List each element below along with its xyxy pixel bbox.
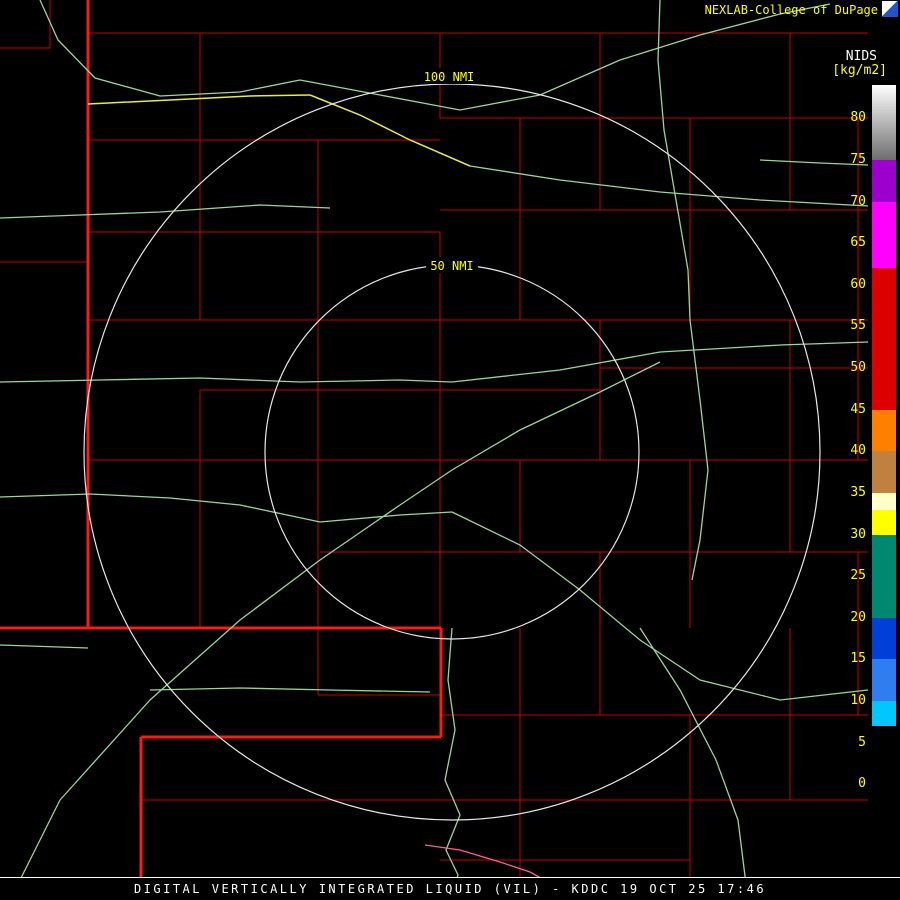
colorbar-tick: 80 bbox=[850, 110, 866, 126]
colorbar-tick: 20 bbox=[850, 609, 866, 625]
header-title: NEXLAB-College of DuPage bbox=[704, 3, 878, 17]
colorbar-tick: 10 bbox=[850, 693, 866, 709]
colorbar-segment bbox=[872, 159, 896, 202]
radar-display: 100 NMI 50 NMI NEXLAB-College of DuPage N… bbox=[0, 0, 900, 900]
colorbar bbox=[872, 85, 896, 801]
colorbar-segment bbox=[872, 659, 896, 702]
footer: DIGITAL VERTICALLY INTEGRATED LIQUID (VI… bbox=[0, 877, 900, 900]
colorbar-segment bbox=[872, 701, 896, 727]
colorbar-tick: 70 bbox=[850, 193, 866, 209]
colorbar-segment bbox=[872, 726, 896, 801]
colorbar-tick: 25 bbox=[850, 568, 866, 584]
colorbar-tick: 55 bbox=[850, 318, 866, 334]
county-lines bbox=[0, 0, 868, 900]
product-title: DIGITAL VERTICALLY INTEGRATED LIQUID (VI… bbox=[133, 882, 767, 896]
colorbar-tick: 15 bbox=[850, 651, 866, 667]
colorbar-tick: 0 bbox=[858, 776, 866, 792]
range-ring-label: 100 NMI bbox=[424, 70, 475, 84]
colorbar-tick: 40 bbox=[850, 443, 866, 459]
colorbar-segment bbox=[872, 201, 896, 269]
range-ring bbox=[264, 264, 640, 640]
radar-map: 100 NMI 50 NMI bbox=[0, 0, 869, 900]
highway-lines bbox=[87, 94, 471, 167]
colorbar-tick: 30 bbox=[850, 526, 866, 542]
colorbar-units: [kg/m2] bbox=[832, 63, 887, 78]
colorbar-segment bbox=[872, 509, 896, 535]
colorbar-segment bbox=[872, 85, 896, 160]
colorbar-tick: 35 bbox=[850, 484, 866, 500]
colorbar-segment bbox=[872, 268, 896, 410]
colorbar-segment bbox=[872, 617, 896, 660]
colorbar-tick: 50 bbox=[850, 360, 866, 376]
range-ring-label: 50 NMI bbox=[430, 259, 473, 273]
colorbar-segment bbox=[872, 492, 896, 510]
colorbar-tick: 45 bbox=[850, 401, 866, 417]
colorbar-tick: 60 bbox=[850, 276, 866, 292]
state-highway-lines bbox=[0, 0, 443, 900]
colorbar-title: NIDS bbox=[845, 49, 877, 64]
nexlab-logo-icon bbox=[882, 1, 898, 17]
colorbar-tick: 65 bbox=[850, 235, 866, 251]
colorbar-segment bbox=[872, 534, 896, 618]
road-lines bbox=[0, 0, 869, 900]
colorbar-tick: 5 bbox=[858, 734, 866, 750]
colorbar-segment bbox=[872, 451, 896, 493]
colorbar-segment bbox=[872, 409, 896, 452]
colorbar-tick: 75 bbox=[850, 151, 866, 167]
